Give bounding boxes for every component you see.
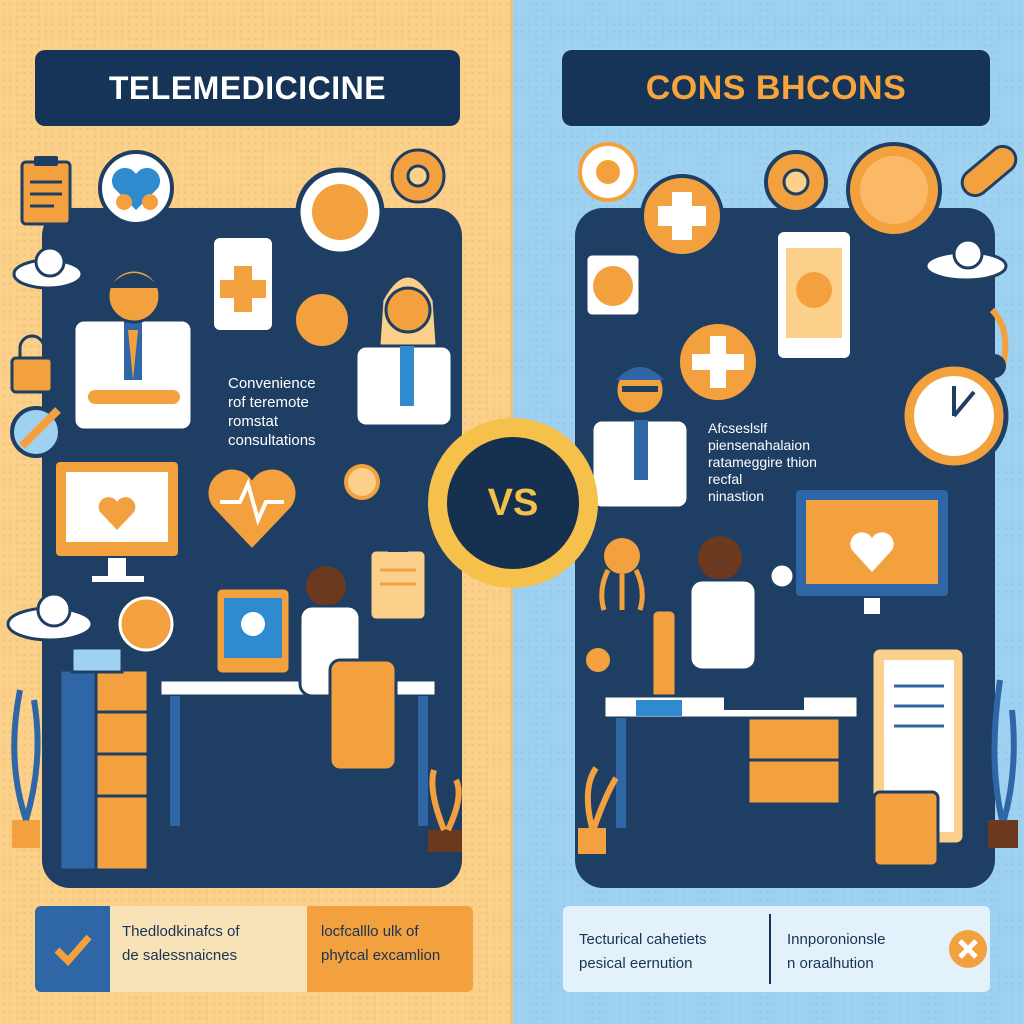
right-caption-line: ratameggire thion bbox=[708, 454, 817, 470]
glasses-doctor-figure bbox=[590, 364, 690, 510]
left-bottom-line: locfcalllo ulk of bbox=[321, 923, 419, 940]
infographic-page: TELEMEDICICINE CONS BHCONS Convenience r… bbox=[0, 0, 1024, 1024]
alarm-clock-icon bbox=[899, 354, 1009, 471]
monitor-heart-icon bbox=[52, 458, 182, 582]
right-bottom-text-a: Tecturical cahetiets pesical eernution bbox=[563, 914, 771, 984]
right-bottom-line: n oraalhution bbox=[787, 955, 874, 972]
doctor-desk bbox=[602, 694, 860, 828]
left-bottom-line: de salessnaicnes bbox=[122, 947, 238, 964]
cloud-icon bbox=[924, 238, 1008, 282]
right-caption: Afcseslslf piensenahalaion ratameggire t… bbox=[708, 420, 817, 505]
right-bottom-text-b: Innporonionsle n oraalhution bbox=[771, 906, 945, 992]
sun-badge-icon bbox=[578, 142, 638, 202]
vs-badge: VS bbox=[428, 418, 598, 588]
gear-icon bbox=[764, 150, 828, 214]
left-bottom-line: phytcal excamlion bbox=[321, 947, 441, 964]
clipboard-icon bbox=[20, 156, 72, 226]
left-title-banner: TELEMEDICICINE bbox=[35, 50, 460, 126]
left-caption-line: Convenience bbox=[228, 375, 316, 392]
plant-icon bbox=[988, 679, 1018, 848]
cloud-icon bbox=[6, 592, 94, 642]
right-caption-line: Afcseslslf bbox=[708, 420, 768, 436]
phone-illustration bbox=[774, 228, 854, 362]
female-doctor-figure bbox=[354, 274, 454, 428]
plant-icon bbox=[578, 766, 619, 854]
right-bottom-line: pesical eernution bbox=[579, 955, 693, 972]
right-caption-line: recfal bbox=[708, 471, 743, 487]
orange-dot-icon bbox=[586, 648, 610, 672]
right-bottom-line: Innporonionsle bbox=[787, 931, 886, 948]
badge-x-icon bbox=[846, 142, 942, 238]
left-bottom-text-a: Thedlodkinafcs of de salessnaicnes bbox=[110, 906, 307, 992]
small-heart-circle-icon bbox=[344, 464, 380, 500]
right-caption-line: ninastion bbox=[708, 488, 765, 504]
left-caption-line: romstat bbox=[228, 413, 279, 430]
check-icon bbox=[35, 906, 110, 992]
monitor-heart-icon bbox=[792, 486, 952, 614]
octopus-icon bbox=[599, 538, 645, 611]
medical-cross-circle-icon bbox=[640, 174, 724, 258]
desk-doctor-figure bbox=[650, 536, 796, 722]
left-caption-line: consultations bbox=[228, 432, 316, 449]
plant-icon bbox=[11, 689, 41, 848]
left-caption-line: rof teremote bbox=[228, 394, 309, 411]
phone-medical-cross-icon bbox=[210, 234, 276, 334]
vs-label: VS bbox=[447, 437, 579, 569]
heart-pulse-icon bbox=[205, 466, 299, 553]
heart-tablet-icon bbox=[584, 252, 642, 318]
gear-icon bbox=[390, 148, 446, 204]
orange-x-badge-icon bbox=[945, 906, 990, 992]
bandage-icon bbox=[960, 144, 1018, 198]
plant-icon bbox=[428, 769, 462, 852]
orange-medal-icon bbox=[118, 596, 174, 652]
skull-xray-icon bbox=[241, 612, 265, 636]
magnifier-icon bbox=[768, 562, 796, 590]
right-caption-line: piensenahalaion bbox=[708, 437, 810, 453]
magnifier-icon bbox=[10, 406, 62, 458]
documents-icon bbox=[870, 646, 966, 868]
lock-icon bbox=[10, 334, 54, 394]
medical-clipboard-icon bbox=[368, 542, 428, 622]
orange-circle-icon bbox=[292, 290, 352, 350]
right-title-banner: CONS BHCONS bbox=[562, 50, 990, 126]
heart-circle-icon bbox=[98, 150, 174, 226]
left-bottom-line: Thedlodkinafcs of bbox=[122, 923, 240, 940]
medical-star-icon bbox=[676, 320, 760, 404]
right-bottom-summary: Tecturical cahetiets pesical eernution I… bbox=[563, 906, 990, 992]
right-bottom-line: Tecturical cahetiets bbox=[579, 931, 707, 948]
left-bottom-summary: Thedlodkinafcs of de salessnaicnes locfc… bbox=[35, 906, 473, 992]
male-doctor-figure bbox=[72, 268, 194, 432]
filing-cabinet bbox=[58, 646, 150, 872]
cloud-icon bbox=[12, 246, 84, 290]
left-bottom-text-b: locfcalllo ulk of phytcal excamlion bbox=[307, 906, 473, 992]
left-caption: Convenience rof teremote romstat consult… bbox=[228, 374, 316, 450]
